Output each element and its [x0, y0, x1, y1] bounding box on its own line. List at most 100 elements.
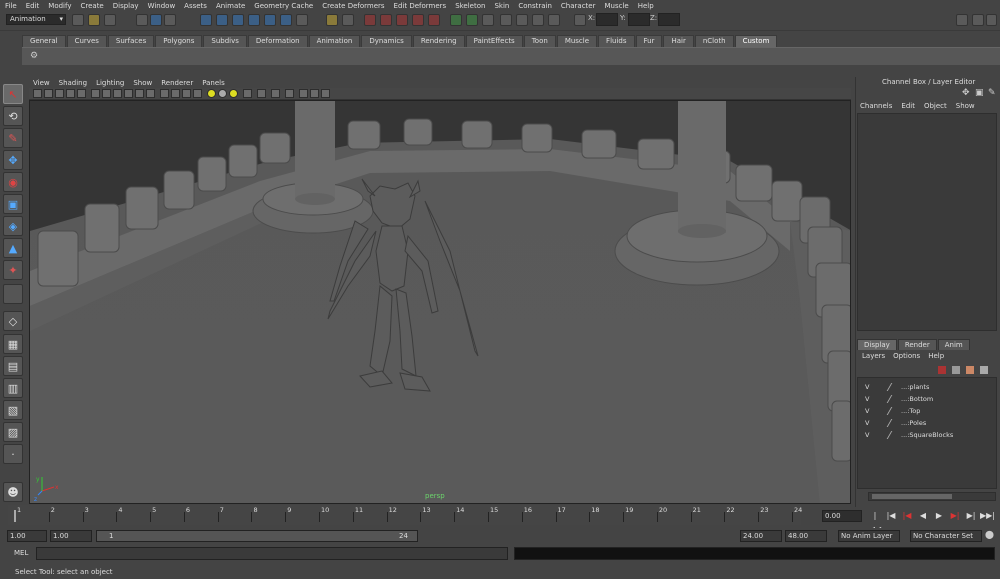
- shelf-tab-rendering[interactable]: Rendering: [412, 35, 465, 47]
- y-input[interactable]: [628, 13, 650, 26]
- layer-options-icon[interactable]: [966, 366, 974, 374]
- safe-title-icon[interactable]: [146, 89, 155, 98]
- grid-icon[interactable]: [77, 89, 86, 98]
- snap-point-icon[interactable]: [396, 14, 408, 26]
- channel-box-tools-icon[interactable]: ✥: [962, 88, 970, 98]
- ipr-render-icon[interactable]: [532, 14, 544, 26]
- shelf-tab-toon[interactable]: Toon: [523, 35, 556, 47]
- layer-tab-render[interactable]: Render: [897, 339, 937, 350]
- shelf-tab-dynamics[interactable]: Dynamics: [361, 35, 412, 47]
- current-frame-field[interactable]: 0.00: [822, 510, 862, 522]
- lasso-tool-icon[interactable]: ⟲: [3, 106, 23, 126]
- default-light-icon[interactable]: [207, 89, 216, 98]
- menu-item-window[interactable]: Window: [148, 2, 176, 10]
- scale-tool-icon[interactable]: ▣: [3, 194, 23, 214]
- layer-visibility-toggle[interactable]: V: [865, 381, 869, 393]
- x-input[interactable]: [596, 13, 618, 26]
- layer-tab-anim[interactable]: Anim: [937, 339, 970, 350]
- layer-visibility-toggle[interactable]: V: [865, 417, 869, 429]
- persp-graph-hypergraph-layout-icon[interactable]: ▨: [3, 422, 23, 442]
- wireframe-on-shaded-icon[interactable]: [182, 89, 191, 98]
- shelf-tab-general[interactable]: General: [22, 35, 66, 47]
- channel-box-layer-icon[interactable]: ▣: [975, 88, 984, 98]
- pick-dynamics-icon[interactable]: [280, 14, 292, 26]
- shelf-tab-curves[interactable]: Curves: [66, 35, 107, 47]
- menu-item-skeleton[interactable]: Skeleton: [455, 2, 485, 10]
- menu-item-constrain[interactable]: Constrain: [518, 2, 552, 10]
- play-forwards-icon[interactable]: ▶: [932, 509, 946, 523]
- menu-item-skin[interactable]: Skin: [494, 2, 509, 10]
- layer-row[interactable]: V ...:Poles: [858, 417, 996, 429]
- shelf-tab-custom[interactable]: Custom: [734, 35, 778, 47]
- menu-item-display[interactable]: Display: [113, 2, 139, 10]
- single-perspective-layout-icon[interactable]: ◇: [3, 311, 23, 331]
- z-input[interactable]: [658, 13, 680, 26]
- time-slider[interactable]: [8, 505, 801, 525]
- viewport-menu-show[interactable]: Show: [133, 79, 152, 87]
- playback-start-field[interactable]: 1.00: [50, 530, 92, 542]
- construction-history-icon[interactable]: [482, 14, 494, 26]
- input-ops-icon[interactable]: [450, 14, 462, 26]
- viewport-menu-view[interactable]: View: [33, 79, 50, 87]
- menu-item-character[interactable]: Character: [561, 2, 596, 10]
- output-ops-icon[interactable]: [466, 14, 478, 26]
- persp-graph-layout-icon[interactable]: ▥: [3, 378, 23, 398]
- play-backwards-icon[interactable]: ◀: [916, 509, 930, 523]
- menu-item-edit-deformers[interactable]: Edit Deformers: [394, 2, 447, 10]
- layer-row[interactable]: V ...:Bottom: [858, 393, 996, 405]
- four-view-layout-icon[interactable]: ▦: [3, 334, 23, 354]
- current-time-indicator[interactable]: [14, 510, 16, 522]
- rotate-tool-icon[interactable]: ◉: [3, 172, 23, 192]
- layer-menu-options[interactable]: Options: [893, 352, 920, 360]
- menu-item-create[interactable]: Create: [80, 2, 103, 10]
- viewport-menu-panels[interactable]: Panels: [202, 79, 225, 87]
- select-camera-icon[interactable]: [33, 89, 42, 98]
- viewport-menu-lighting[interactable]: Lighting: [96, 79, 124, 87]
- render-frame-icon[interactable]: [516, 14, 528, 26]
- go-to-start-icon[interactable]: |◀◀: [868, 509, 882, 534]
- playblast-icon[interactable]: [321, 89, 330, 98]
- menu-item-file[interactable]: File: [5, 2, 17, 10]
- layer-tab-display[interactable]: Display: [857, 339, 897, 350]
- shelf-tab-polygons[interactable]: Polygons: [155, 35, 203, 47]
- camera-sequence-icon[interactable]: [285, 89, 294, 98]
- character-set-selector[interactable]: No Character Set: [910, 530, 982, 542]
- isolate-select-icon[interactable]: [257, 89, 266, 98]
- shelf-tab-subdivs[interactable]: Subdivs: [203, 35, 247, 47]
- layer-visibility-toggle[interactable]: V: [865, 405, 869, 417]
- image-plane-icon[interactable]: [66, 89, 75, 98]
- all-lights-icon[interactable]: [218, 89, 227, 98]
- show-tool-settings-icon[interactable]: [972, 14, 984, 26]
- shelf-tab-animation[interactable]: Animation: [308, 35, 361, 47]
- viewport-menu-shading[interactable]: Shading: [59, 79, 87, 87]
- xray-icon[interactable]: [243, 89, 252, 98]
- range-slider[interactable]: 1 24: [96, 530, 418, 542]
- snap-grid-icon[interactable]: [364, 14, 376, 26]
- go-to-end-icon[interactable]: ▶▶|: [980, 509, 995, 523]
- snap-view-plane-icon[interactable]: [412, 14, 424, 26]
- shelf-menu-icon[interactable]: ⚙: [30, 51, 40, 61]
- make-live-icon[interactable]: [428, 14, 440, 26]
- pick-deformations-icon[interactable]: [264, 14, 276, 26]
- shelf-tab-fur[interactable]: Fur: [635, 35, 663, 47]
- show-attribute-editor-icon[interactable]: [956, 14, 968, 26]
- select-object-icon[interactable]: [150, 14, 162, 26]
- anim-layer-selector[interactable]: No Anim Layer: [838, 530, 900, 542]
- layer-visibility-toggle[interactable]: V: [865, 393, 869, 405]
- show-channel-box-icon[interactable]: [986, 14, 997, 26]
- layer-row[interactable]: V ...:plants: [858, 381, 996, 393]
- animation-start-field[interactable]: 1.00: [7, 530, 47, 542]
- channel-box-menu-object[interactable]: Object: [924, 102, 947, 110]
- layer-menu-help[interactable]: Help: [928, 352, 944, 360]
- layer-list-scrollbar[interactable]: [868, 492, 996, 501]
- custom-layout-icon[interactable]: ·: [3, 444, 23, 464]
- textured-icon[interactable]: [193, 89, 202, 98]
- new-scene-icon[interactable]: [72, 14, 84, 26]
- snapshot-icon[interactable]: [310, 89, 319, 98]
- move-tool-icon[interactable]: ✥: [3, 150, 23, 170]
- select-component-icon[interactable]: [164, 14, 176, 26]
- shelf-tab-muscle[interactable]: Muscle: [556, 35, 598, 47]
- step-forward-key-icon[interactable]: ▶|: [948, 509, 962, 523]
- animation-end-field[interactable]: 48.00: [785, 530, 827, 542]
- last-tool-icon[interactable]: [3, 284, 23, 304]
